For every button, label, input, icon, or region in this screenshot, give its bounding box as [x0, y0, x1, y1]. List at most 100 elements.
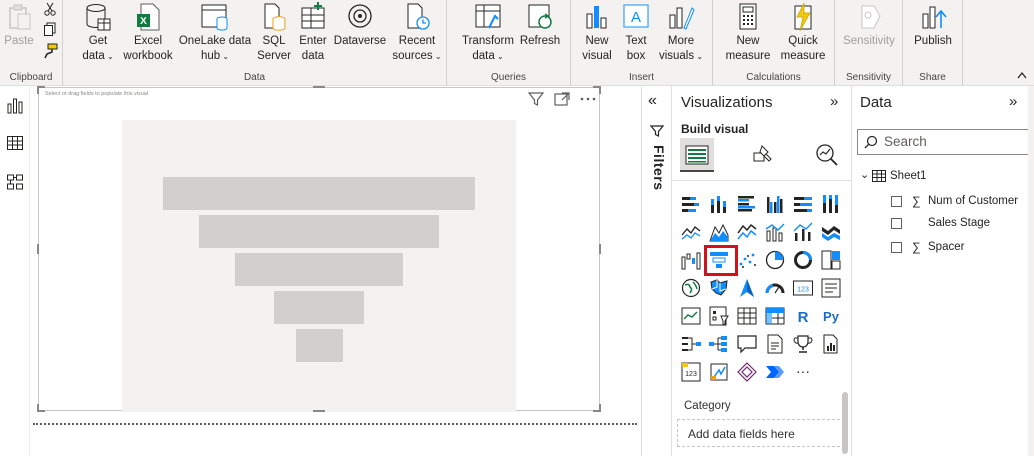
area-chart-icon[interactable]	[708, 221, 730, 243]
table-icon[interactable]	[736, 305, 758, 327]
more-options-icon[interactable]	[579, 91, 597, 107]
filters-label[interactable]: Filters	[645, 145, 667, 191]
power-automate-icon[interactable]	[708, 361, 730, 383]
format-visual-tab[interactable]	[745, 138, 779, 172]
copy-icon[interactable]	[43, 22, 57, 36]
resize-handle[interactable]	[37, 244, 39, 254]
resize-handle[interactable]	[599, 244, 601, 254]
focus-mode-icon[interactable]	[553, 91, 571, 107]
stacked-column-chart-icon[interactable]	[708, 193, 730, 215]
100-stacked-column-chart-icon[interactable]	[820, 193, 842, 215]
resize-handle[interactable]	[313, 410, 325, 412]
new-measure-button[interactable]: New measure	[725, 0, 771, 70]
line-chart-icon[interactable]	[680, 221, 702, 243]
stacked-area-chart-icon[interactable]	[736, 221, 758, 243]
field-row[interactable]: ∑ Num of Customer	[891, 194, 1018, 208]
resize-handle[interactable]	[37, 86, 39, 94]
build-visual-tab[interactable]	[680, 138, 714, 172]
publish-button[interactable]: Publish	[909, 0, 957, 70]
pie-chart-icon[interactable]	[764, 249, 786, 271]
new-visual-button[interactable]: New visual	[577, 0, 617, 70]
100-stacked-bar-chart-icon[interactable]	[792, 193, 814, 215]
funnel-visual-placeholder[interactable]: Select or drag fields to populate this v…	[37, 86, 601, 412]
data-search-input[interactable]: Search	[857, 129, 1029, 155]
svg-text:X: X	[140, 16, 147, 27]
sql-server-button[interactable]: SQL Server	[253, 0, 295, 70]
quick-measure-button[interactable]: Quick measure	[775, 0, 831, 70]
ribbon-chart-icon[interactable]	[820, 221, 842, 243]
get-data-button[interactable]: Get data ⌄	[77, 0, 119, 70]
field-row[interactable]: ∑ Spacer	[891, 240, 964, 254]
table-view-icon[interactable]	[5, 133, 25, 153]
transform-data-button[interactable]: Transform data ⌄	[461, 0, 515, 70]
field-checkbox[interactable]	[891, 217, 902, 229]
table-node-sheet1[interactable]: ⌄ Sheet1	[860, 168, 926, 182]
azure-map-icon[interactable]	[736, 277, 758, 299]
filled-map-icon[interactable]	[708, 277, 730, 299]
power-automate-visual-icon[interactable]	[764, 361, 786, 383]
decomposition-tree-icon[interactable]	[708, 333, 730, 355]
field-row[interactable]: Sales Stage	[891, 217, 990, 229]
power-apps-icon[interactable]: 123	[680, 361, 702, 383]
ribbon: Paste Clipboard Get data ⌄ X Excel workb…	[0, 0, 1034, 86]
stacked-bar-chart-icon[interactable]	[680, 193, 702, 215]
report-view-icon[interactable]	[5, 96, 25, 116]
resize-handle[interactable]	[599, 404, 601, 412]
text-box-button[interactable]: A Text box	[619, 0, 653, 70]
filter-icon[interactable]	[527, 91, 545, 107]
slicer-icon[interactable]	[708, 305, 730, 327]
power-apps-visual-icon[interactable]	[736, 361, 758, 383]
dataverse-button[interactable]: Dataverse	[331, 0, 389, 70]
kpi-icon[interactable]	[680, 305, 702, 327]
analytics-tab[interactable]	[810, 138, 844, 172]
filters-pane-collapsed[interactable]: «	[641, 86, 671, 456]
refresh-button[interactable]: Refresh	[517, 0, 563, 70]
paste-button[interactable]: Paste	[2, 0, 36, 70]
line-and-clustered-column-icon[interactable]	[792, 221, 814, 243]
cut-icon[interactable]	[43, 2, 57, 16]
recent-sources-button[interactable]: Recent sources ⌄	[389, 0, 445, 70]
format-painter-icon[interactable]	[43, 43, 59, 59]
excel-workbook-button[interactable]: X Excel workbook	[119, 0, 177, 70]
visualizations-scrollbar[interactable]	[842, 392, 848, 454]
data-pane-scrollbar[interactable]	[1028, 86, 1034, 456]
onelake-data-hub-button[interactable]: OneLake data hub ⌄	[177, 0, 253, 70]
more-visuals-button[interactable]: More visuals ⌄	[655, 0, 707, 70]
chevron-down-icon[interactable]: ⌄	[860, 168, 872, 181]
collapse-data-icon[interactable]: »	[1009, 93, 1017, 110]
clustered-bar-chart-icon[interactable]	[736, 193, 758, 215]
map-icon[interactable]	[680, 277, 702, 299]
gauge-icon[interactable]	[764, 277, 786, 299]
data-pane: Data » Search ⌄ Sheet1 ∑ Num of Customer…	[852, 86, 1034, 456]
collapse-ribbon-icon[interactable]	[1016, 70, 1028, 80]
field-checkbox[interactable]	[891, 241, 902, 253]
category-drop-field[interactable]: Add data fields here	[677, 419, 845, 447]
paginated-report-icon[interactable]	[820, 333, 842, 355]
line-and-stacked-column-icon[interactable]	[764, 221, 786, 243]
card-icon[interactable]: 123	[792, 277, 814, 299]
r-script-visual-icon[interactable]: R	[792, 305, 814, 327]
enter-data-button[interactable]: Enter data	[295, 0, 331, 70]
expand-filters-icon[interactable]: «	[648, 92, 657, 110]
python-visual-icon[interactable]: Py	[820, 305, 842, 327]
key-influencers-icon[interactable]	[680, 333, 702, 355]
waterfall-chart-icon[interactable]	[680, 249, 702, 271]
matrix-icon[interactable]	[764, 305, 786, 327]
resize-handle[interactable]	[599, 86, 601, 94]
qa-visual-icon[interactable]	[736, 333, 758, 355]
model-view-icon[interactable]	[5, 172, 25, 192]
smart-narrative-icon[interactable]	[764, 333, 786, 355]
resize-handle[interactable]	[37, 404, 39, 412]
more-visuals-ellipsis-icon[interactable]: ···	[792, 361, 814, 383]
treemap-icon[interactable]	[820, 249, 842, 271]
collapse-visualizations-icon[interactable]: »	[830, 93, 838, 110]
multi-row-card-icon[interactable]	[820, 277, 842, 299]
sensitivity-button[interactable]: Sensitivity	[837, 0, 901, 70]
field-name: Spacer	[928, 241, 965, 253]
metrics-trophy-icon[interactable]	[792, 333, 814, 355]
clustered-column-chart-icon[interactable]	[764, 193, 786, 215]
donut-chart-icon[interactable]	[792, 249, 814, 271]
scatter-chart-icon[interactable]	[736, 249, 758, 271]
resize-handle[interactable]	[313, 86, 325, 88]
field-checkbox[interactable]	[891, 195, 902, 207]
